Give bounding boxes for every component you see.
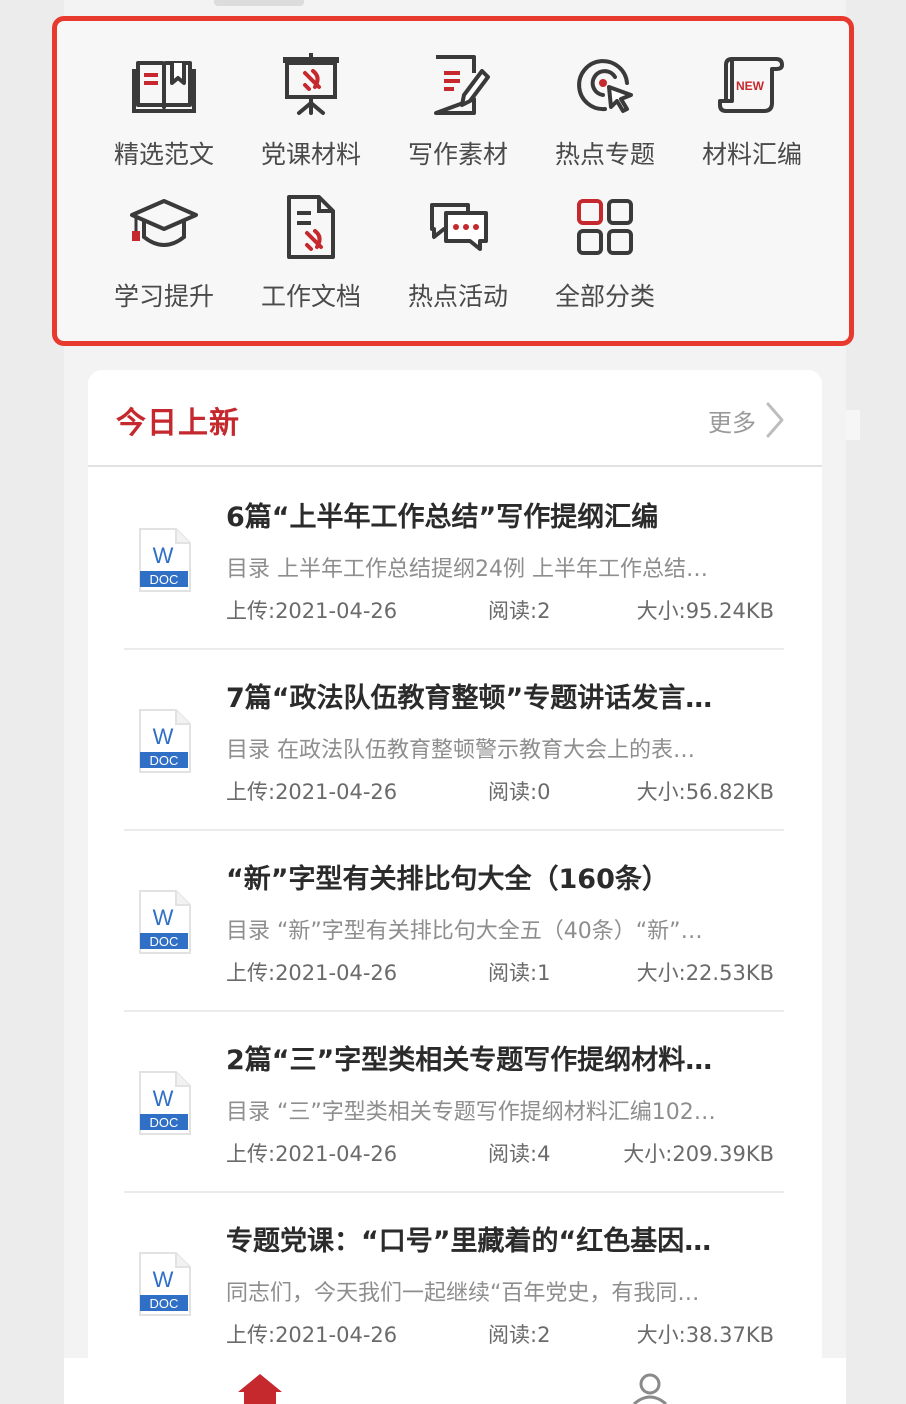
news-title[interactable]: “新”字型有关排比句大全（160条） (226, 857, 771, 896)
section-title: 今日上新 (116, 406, 240, 441)
category-xuexi-tisheng[interactable]: 学习提升 (94, 173, 234, 311)
new-scroll-icon: NEW (716, 49, 788, 121)
file-size: 大小:209.39KB (623, 1142, 774, 1166)
news-item[interactable]: W DOC 2篇“三”字型类相关专题写作提纲材料… 目录 “三”字型类相关专题写… (88, 1012, 822, 1193)
category-dangke-cailiao[interactable]: 党课材料 (241, 31, 381, 169)
category-redian-zhuanti[interactable]: 热点专题 (535, 31, 675, 169)
today-new-card: 今日上新 更多 W DOC 6篇“上半年工作总结”写作提纲汇编 目录 上半年工作… (88, 370, 822, 1370)
svg-text:DOC: DOC (150, 572, 179, 587)
svg-text:DOC: DOC (150, 753, 179, 768)
grid-icon (569, 191, 641, 263)
book-icon (128, 49, 200, 121)
news-meta: 上传:2021-04-26 阅读:0 大小:56.82KB (226, 776, 774, 806)
category-label: 学习提升 (113, 282, 214, 311)
word-doc-icon: W DOC (138, 1251, 192, 1317)
read-count: 阅读:0 (488, 780, 551, 804)
news-title[interactable]: 6篇“上半年工作总结”写作提纲汇编 (226, 495, 771, 534)
chat-bubbles-icon (422, 191, 494, 263)
news-desc: 目录 “三”字型类相关专题写作提纲材料汇编102… (226, 1100, 716, 1125)
user-icon[interactable] (630, 1372, 670, 1404)
category-label: 热点活动 (407, 282, 508, 311)
svg-text:DOC: DOC (150, 1115, 179, 1130)
word-doc-icon: W DOC (138, 1070, 192, 1136)
category-xiezuo-sucai[interactable]: 写作素材 (388, 31, 528, 169)
category-label: 写作素材 (407, 140, 508, 169)
news-title[interactable]: 专题党课：“口号”里藏着的“红色基因… (226, 1219, 771, 1258)
upload-date: 上传:2021-04-26 (226, 1142, 398, 1166)
file-size: 大小:95.24KB (636, 599, 774, 623)
file-size: 大小:22.53KB (636, 961, 774, 985)
news-item[interactable]: W DOC 专题党课：“口号”里藏着的“红色基因… 同志们，今天我们一起继续“百… (88, 1193, 822, 1370)
category-quanbu-fenlei[interactable]: 全部分类 (535, 173, 675, 311)
category-gongzuo-wendang[interactable]: 工作文档 (241, 173, 381, 311)
more-link[interactable]: 更多 (708, 400, 786, 440)
party-document-icon (275, 191, 347, 263)
svg-text:NEW: NEW (736, 79, 765, 93)
chevron-right-icon (766, 402, 784, 438)
more-label: 更多 (708, 408, 756, 437)
svg-text:DOC: DOC (150, 934, 179, 949)
category-label: 全部分类 (554, 282, 655, 311)
news-meta: 上传:2021-04-26 阅读:2 大小:38.37KB (226, 1319, 774, 1349)
home-icon[interactable] (234, 1372, 286, 1404)
news-desc: 目录 上半年工作总结提纲24例 上半年工作总结… (226, 557, 708, 582)
read-count: 阅读:4 (488, 1142, 551, 1166)
word-doc-icon: W DOC (138, 527, 192, 593)
category-grid: 精选范文 党课材料 写作素材 热点专题 NEW 材料汇编 学习提升 工作文档 热… (52, 16, 854, 346)
side-tab (846, 410, 860, 440)
category-jingxuan-fanwen[interactable]: 精选范文 (94, 31, 234, 169)
category-label: 精选范文 (113, 140, 214, 169)
upload-date: 上传:2021-04-26 (226, 780, 398, 804)
file-size: 大小:38.37KB (636, 1323, 774, 1347)
news-meta: 上传:2021-04-26 阅读:4 大小:209.39KB (226, 1138, 774, 1168)
category-label: 材料汇编 (701, 140, 802, 169)
news-meta: 上传:2021-04-26 阅读:2 大小:95.24KB (226, 595, 774, 625)
category-label: 热点专题 (554, 140, 655, 169)
write-document-icon (422, 49, 494, 121)
svg-text:W: W (153, 543, 174, 568)
bottom-nav (64, 1358, 846, 1404)
read-count: 阅读:1 (488, 961, 551, 985)
card-header: 今日上新 更多 (88, 370, 822, 467)
svg-text:DOC: DOC (150, 1296, 179, 1311)
word-doc-icon: W DOC (138, 708, 192, 774)
svg-text:W: W (153, 1086, 174, 1111)
upload-date: 上传:2021-04-26 (226, 961, 398, 985)
read-count: 阅读:2 (488, 599, 551, 623)
category-label: 工作文档 (260, 282, 361, 311)
news-desc: 同志们，今天我们一起继续“百年党史，有我同… (226, 1281, 700, 1306)
read-count: 阅读:2 (488, 1323, 551, 1347)
top-stub (214, 0, 304, 6)
target-click-icon (569, 49, 641, 121)
news-item[interactable]: W DOC 6篇“上半年工作总结”写作提纲汇编 目录 上半年工作总结提纲24例 … (88, 469, 822, 650)
party-lectern-icon (275, 49, 347, 121)
upload-date: 上传:2021-04-26 (226, 1323, 398, 1347)
svg-text:W: W (153, 905, 174, 930)
news-title[interactable]: 7篇“政法队伍教育整顿”专题讲话发言… (226, 676, 771, 715)
news-meta: 上传:2021-04-26 阅读:1 大小:22.53KB (226, 957, 774, 987)
news-list: W DOC 6篇“上半年工作总结”写作提纲汇编 目录 上半年工作总结提纲24例 … (88, 469, 822, 1370)
category-redian-huodong[interactable]: 热点活动 (388, 173, 528, 311)
category-cailiao-huibian[interactable]: NEW 材料汇编 (682, 31, 822, 169)
category-label: 党课材料 (260, 140, 361, 169)
file-size: 大小:56.82KB (636, 780, 774, 804)
news-item[interactable]: W DOC 7篇“政法队伍教育整顿”专题讲话发言… 目录 在政法队伍教育整顿警示… (88, 650, 822, 831)
word-doc-icon: W DOC (138, 889, 192, 955)
news-desc: 目录 在政法队伍教育整顿警示教育大会上的表… (226, 738, 695, 763)
svg-text:W: W (153, 724, 174, 749)
news-title[interactable]: 2篇“三”字型类相关专题写作提纲材料… (226, 1038, 771, 1077)
news-desc: 目录 “新”字型有关排比句大全五（40条）“新”… (226, 919, 703, 944)
svg-text:W: W (153, 1267, 174, 1292)
upload-date: 上传:2021-04-26 (226, 599, 398, 623)
graduation-cap-icon (128, 191, 200, 263)
news-item[interactable]: W DOC “新”字型有关排比句大全（160条） 目录 “新”字型有关排比句大全… (88, 831, 822, 1012)
